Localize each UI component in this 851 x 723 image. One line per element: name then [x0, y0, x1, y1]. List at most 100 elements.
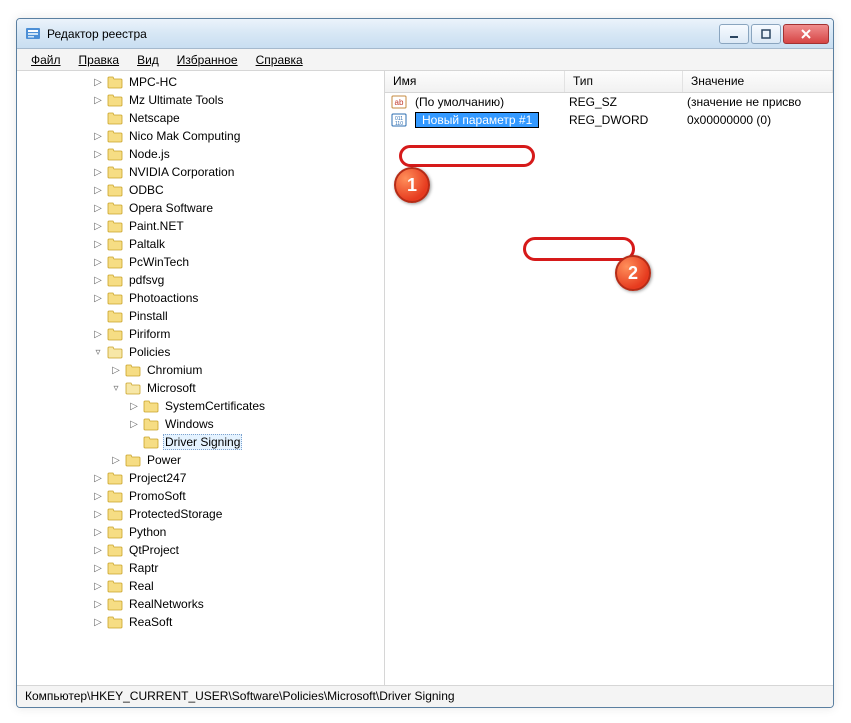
expander-icon[interactable]: ▷ [127, 399, 141, 413]
col-header-name[interactable]: Имя [385, 71, 565, 92]
menu-favorites[interactable]: Избранное [169, 51, 246, 69]
tree-item[interactable]: ▷ Windows [19, 415, 384, 433]
titlebar[interactable]: Редактор реестра [17, 19, 833, 49]
tree-item[interactable]: ▿ Microsoft [19, 379, 384, 397]
expander-icon[interactable]: ▷ [91, 489, 105, 503]
tree-label: Paltalk [127, 237, 167, 251]
value-name: (По умолчанию) [415, 95, 504, 109]
tree-label: Policies [127, 345, 172, 359]
tree-item[interactable]: ▷ Raptr [19, 559, 384, 577]
expander-icon[interactable]: ▷ [91, 93, 105, 107]
list-row[interactable]: 011110 Новый параметр #1 REG_DWORD 0x000… [385, 111, 833, 129]
expander-icon[interactable]: ▷ [91, 327, 105, 341]
minimize-button[interactable] [719, 24, 749, 44]
expander-icon[interactable]: ▷ [91, 471, 105, 485]
tree-item[interactable]: ▷ Real [19, 577, 384, 595]
tree-item[interactable]: ▷ Opera Software [19, 199, 384, 217]
expander-icon[interactable] [127, 435, 141, 449]
tree-scroll[interactable]: ▷ MPC-HC▷ Mz Ultimate Tools Netscape▷ Ni… [17, 71, 384, 685]
tree-item[interactable]: ▷ PromoSoft [19, 487, 384, 505]
window-title: Редактор реестра [47, 27, 147, 41]
tree-item[interactable]: ▷ PcWinTech [19, 253, 384, 271]
folder-icon [107, 165, 123, 179]
folder-icon [107, 291, 123, 305]
col-header-value[interactable]: Значение [683, 71, 833, 92]
content-area: ▷ MPC-HC▷ Mz Ultimate Tools Netscape▷ Ni… [17, 71, 833, 685]
expander-icon[interactable]: ▷ [91, 543, 105, 557]
expander-icon[interactable]: ▷ [91, 273, 105, 287]
expander-icon[interactable]: ▷ [91, 183, 105, 197]
expander-icon[interactable] [91, 111, 105, 125]
tree-item[interactable]: ▷ Paint.NET [19, 217, 384, 235]
expander-icon[interactable]: ▷ [91, 165, 105, 179]
list-body[interactable]: ab (По умолчанию) REG_SZ (значение не пр… [385, 93, 833, 685]
expander-icon[interactable]: ▷ [109, 453, 123, 467]
expander-icon[interactable]: ▷ [91, 561, 105, 575]
value-data: (значение не присво [683, 95, 833, 109]
expander-icon[interactable]: ▷ [127, 417, 141, 431]
tree-item[interactable]: ▷ pdfsvg [19, 271, 384, 289]
expander-icon[interactable]: ▷ [91, 255, 105, 269]
expander-icon[interactable]: ▷ [91, 129, 105, 143]
col-header-type[interactable]: Тип [565, 71, 683, 92]
tree-item[interactable]: ▷ Project247 [19, 469, 384, 487]
expander-icon[interactable]: ▷ [91, 291, 105, 305]
folder-icon [107, 255, 123, 269]
tree-label: Photoactions [127, 291, 200, 305]
tree-item[interactable]: Pinstall [19, 307, 384, 325]
tree-label: SystemCertificates [163, 399, 267, 413]
tree-item[interactable]: ▷ Mz Ultimate Tools [19, 91, 384, 109]
tree-item[interactable]: ▷ Node.js [19, 145, 384, 163]
expander-icon[interactable] [91, 309, 105, 323]
tree-item[interactable]: ▷ Photoactions [19, 289, 384, 307]
expander-icon[interactable]: ▷ [91, 75, 105, 89]
close-button[interactable] [783, 24, 829, 44]
tree-label: Windows [163, 417, 216, 431]
expander-icon[interactable]: ▷ [91, 525, 105, 539]
expander-icon[interactable]: ▷ [91, 579, 105, 593]
tree-item[interactable]: ▿ Policies [19, 343, 384, 361]
tree-label: Power [145, 453, 183, 467]
tree-item[interactable]: ▷ ODBC [19, 181, 384, 199]
expander-icon[interactable]: ▷ [91, 219, 105, 233]
expander-icon[interactable]: ▿ [109, 381, 123, 395]
expander-icon[interactable]: ▷ [91, 237, 105, 251]
tree-item[interactable]: ▷ Piriform [19, 325, 384, 343]
folder-icon [107, 579, 123, 593]
menu-edit[interactable]: Правка [71, 51, 128, 69]
tree-item[interactable]: Netscape [19, 109, 384, 127]
folder-icon [107, 345, 123, 359]
menu-help[interactable]: Справка [248, 51, 311, 69]
tree-item[interactable]: ▷ Paltalk [19, 235, 384, 253]
menu-file[interactable]: Файл [23, 51, 69, 69]
menu-view[interactable]: Вид [129, 51, 167, 69]
value-name-editing[interactable]: Новый параметр #1 [415, 112, 539, 128]
expander-icon[interactable]: ▷ [91, 201, 105, 215]
tree-item[interactable]: ▷ ReaSoft [19, 613, 384, 631]
tree-item[interactable]: ▷ ProtectedStorage [19, 505, 384, 523]
tree-item[interactable]: ▷ MPC-HC [19, 73, 384, 91]
tree-item[interactable]: ▷ SystemCertificates [19, 397, 384, 415]
tree-item[interactable]: ▷ NVIDIA Corporation [19, 163, 384, 181]
expander-icon[interactable]: ▷ [109, 363, 123, 377]
tree-item[interactable]: ▷ RealNetworks [19, 595, 384, 613]
tree-item[interactable]: ▷ QtProject [19, 541, 384, 559]
maximize-button[interactable] [751, 24, 781, 44]
tree-label: Project247 [127, 471, 188, 485]
tree-label: QtProject [127, 543, 181, 557]
folder-icon [107, 93, 123, 107]
expander-icon[interactable]: ▿ [91, 345, 105, 359]
expander-icon[interactable]: ▷ [91, 597, 105, 611]
expander-icon[interactable]: ▷ [91, 147, 105, 161]
expander-icon[interactable]: ▷ [91, 615, 105, 629]
tree-item[interactable]: Driver Signing [19, 433, 384, 451]
list-row[interactable]: ab (По умолчанию) REG_SZ (значение не пр… [385, 93, 833, 111]
registry-editor-window: Редактор реестра Файл Правка Вид Избранн… [16, 18, 834, 708]
tree-item[interactable]: ▷ Python [19, 523, 384, 541]
tree-item[interactable]: ▷ Nico Mak Computing [19, 127, 384, 145]
tree-label: ProtectedStorage [127, 507, 224, 521]
tree-label: ReaSoft [127, 615, 174, 629]
expander-icon[interactable]: ▷ [91, 507, 105, 521]
tree-item[interactable]: ▷ Power [19, 451, 384, 469]
tree-item[interactable]: ▷ Chromium [19, 361, 384, 379]
